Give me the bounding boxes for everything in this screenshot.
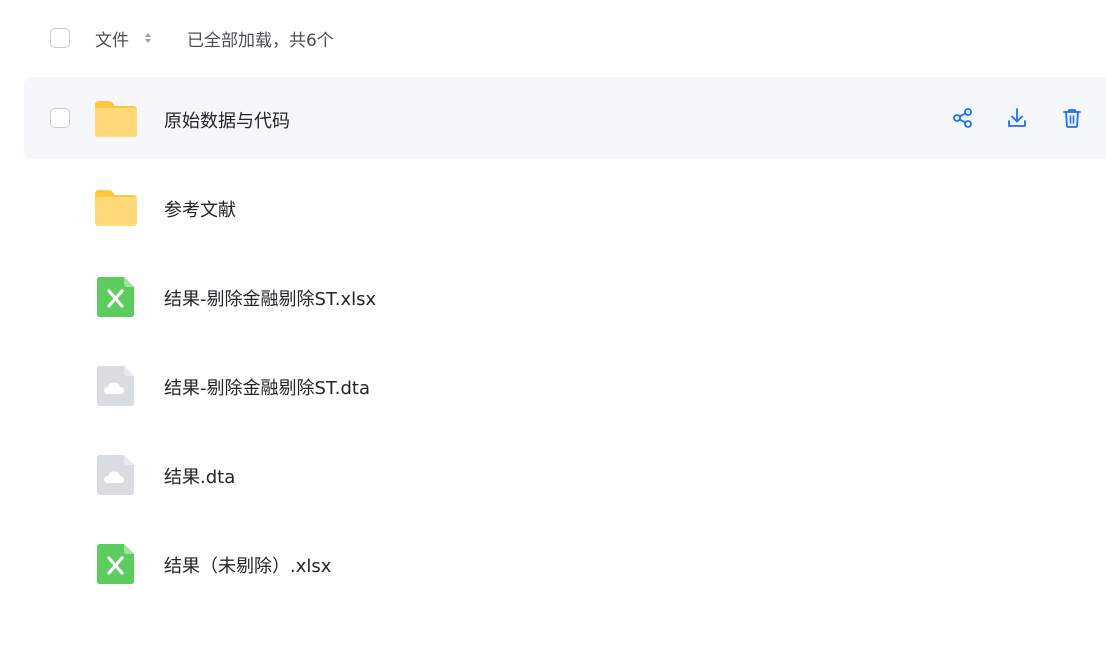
file-list-page: 文件 已全部加载，共6个 原始数据与代码 参考文献 结果-剔除金融剔除ST.xl… [0,0,1106,648]
download-icon[interactable] [1006,107,1028,129]
file-list-header: 文件 已全部加载，共6个 [0,0,1106,76]
file-row[interactable]: 结果-剔除金融剔除ST.dta [24,344,1106,426]
file-row[interactable]: 结果.dta [24,433,1106,515]
share-icon[interactable] [952,107,974,129]
folder-icon [95,190,137,226]
file-column-header[interactable]: 文件 [95,26,129,51]
file-name[interactable]: 结果-剔除金融剔除ST.xlsx [164,285,376,311]
load-status-text: 已全部加载，共6个 [187,31,334,51]
file-name[interactable]: 结果（未剔除）.xlsx [164,552,331,578]
row-checkbox[interactable] [50,108,70,128]
excel-file-icon [97,277,134,317]
file-row[interactable]: 结果（未剔除）.xlsx [24,522,1106,604]
sort-icon[interactable] [144,30,152,46]
select-all-checkbox[interactable] [50,28,70,48]
file-row[interactable]: 参考文献 [24,166,1106,248]
file-row[interactable]: 原始数据与代码 [24,77,1106,159]
excel-file-icon [97,544,134,584]
file-row[interactable]: 结果-剔除金融剔除ST.xlsx [24,255,1106,337]
file-name[interactable]: 结果.dta [164,463,235,489]
delete-icon[interactable] [1061,107,1083,129]
folder-icon [95,101,137,137]
file-name[interactable]: 结果-剔除金融剔除ST.dta [164,374,370,400]
file-name[interactable]: 参考文献 [164,196,236,222]
cloud-file-icon [97,366,134,406]
cloud-file-icon [97,455,134,495]
file-name[interactable]: 原始数据与代码 [164,107,290,133]
